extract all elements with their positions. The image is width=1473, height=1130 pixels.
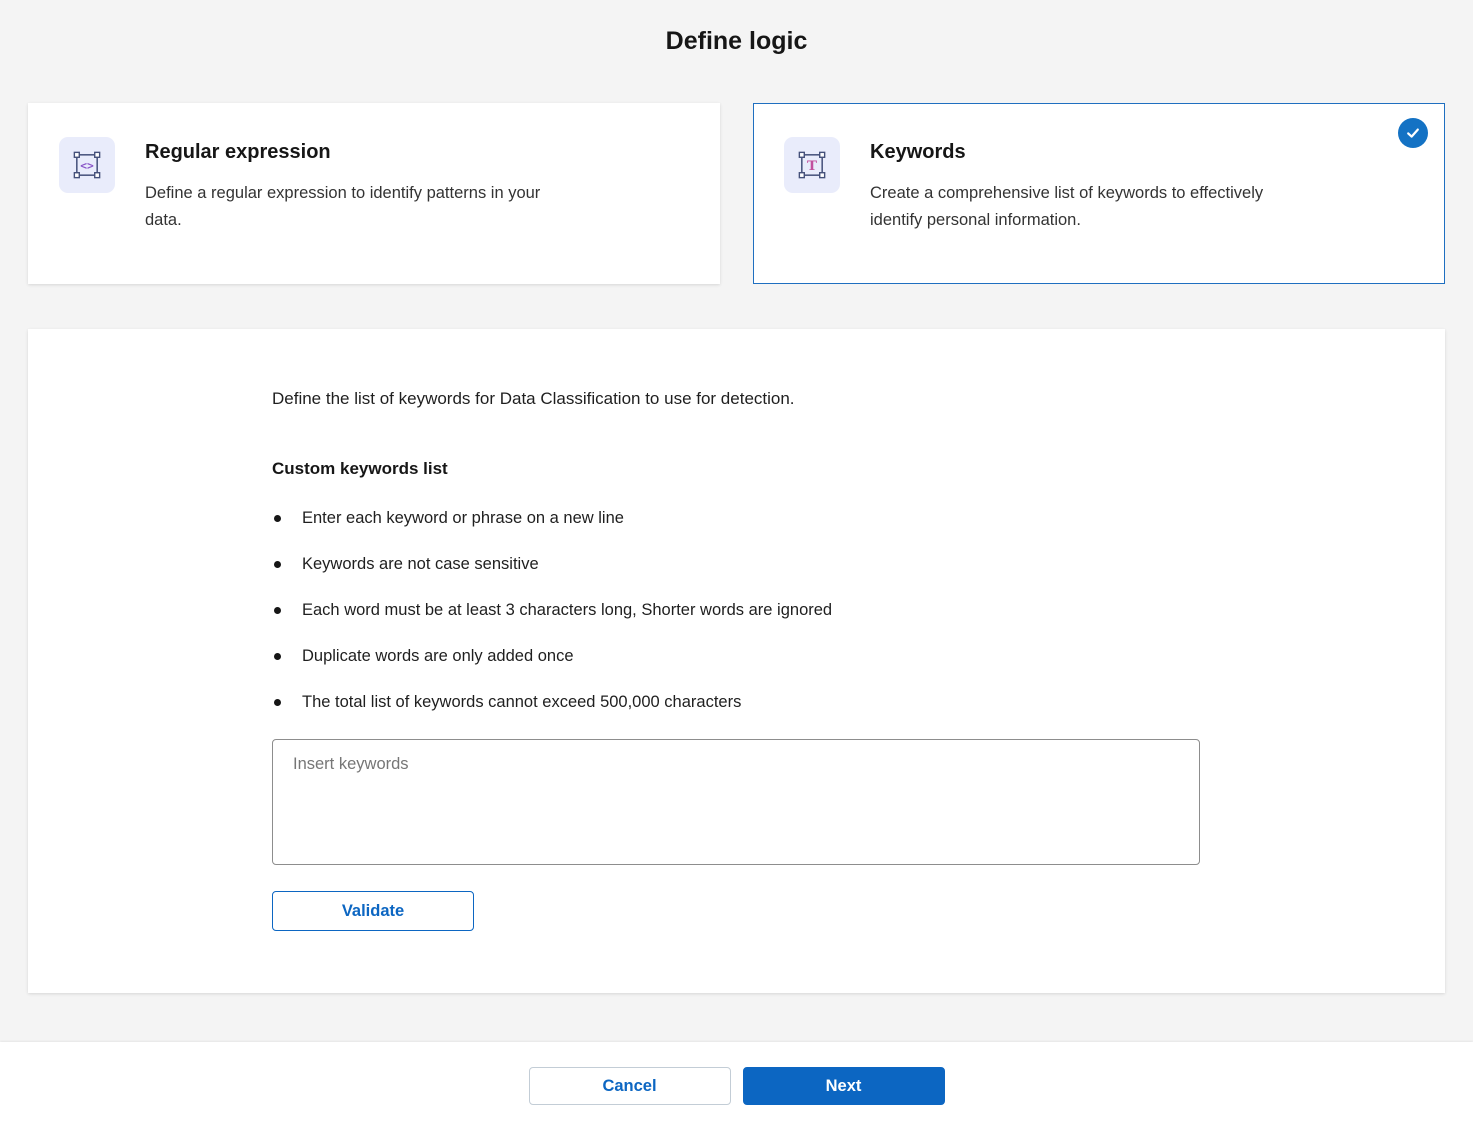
option-card-keywords[interactable]: T Keywords Create a comprehensive list o… (753, 103, 1445, 284)
keywords-input[interactable] (272, 739, 1200, 865)
page-title: Define logic (0, 0, 1473, 56)
keywords-intro-text: Define the list of keywords for Data Cla… (272, 389, 1385, 409)
validate-button[interactable]: Validate (272, 891, 474, 931)
text-selection-icon: T (784, 137, 840, 193)
option-title-keywords: Keywords (870, 141, 1290, 164)
next-button[interactable]: Next (743, 1067, 945, 1105)
keyword-rule-item: Each word must be at least 3 characters … (272, 601, 1385, 620)
option-card-regular-expression[interactable]: <> Regular expression Define a regular e… (28, 103, 720, 284)
keyword-rule-item: Keywords are not case sensitive (272, 555, 1385, 574)
option-title-regular-expression: Regular expression (145, 141, 565, 164)
option-description-keywords: Create a comprehensive list of keywords … (870, 180, 1290, 234)
option-text-keywords: Keywords Create a comprehensive list of … (870, 131, 1290, 234)
option-text-regular-expression: Regular expression Define a regular expr… (145, 131, 565, 234)
keyword-rule-item: The total list of keywords cannot exceed… (272, 693, 1385, 712)
keyword-rule-item: Enter each keyword or phrase on a new li… (272, 509, 1385, 528)
logic-type-options: <> Regular expression Define a regular e… (28, 103, 1445, 284)
custom-keywords-list-title: Custom keywords list (272, 459, 1385, 479)
svg-text:T: T (807, 158, 817, 174)
selected-check-icon (1398, 118, 1428, 148)
keyword-rule-item: Duplicate words are only added once (272, 647, 1385, 666)
regex-selection-icon: <> (59, 137, 115, 193)
svg-text:<>: <> (80, 159, 94, 172)
option-description-regular-expression: Define a regular expression to identify … (145, 180, 565, 234)
footer-action-bar: Cancel Next (0, 1042, 1473, 1130)
keyword-rules-list: Enter each keyword or phrase on a new li… (272, 509, 1385, 712)
cancel-button[interactable]: Cancel (529, 1067, 731, 1105)
keywords-definition-panel: Define the list of keywords for Data Cla… (28, 329, 1445, 993)
define-logic-page: Define logic <> Regular expression Defin… (0, 0, 1473, 1130)
